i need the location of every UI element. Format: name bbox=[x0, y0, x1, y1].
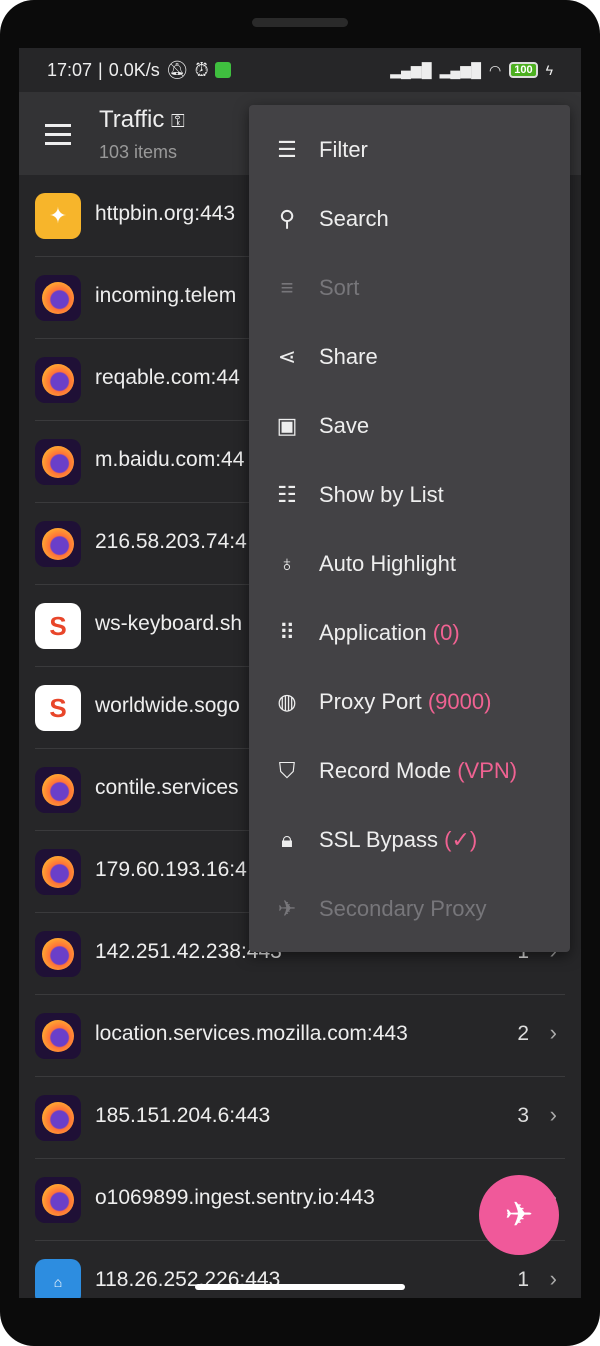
app-icon bbox=[35, 439, 81, 485]
menu-value: (✓) bbox=[444, 826, 478, 852]
overflow-menu: ☰ Filter ⚲ Search ≡ Sort ⋖ Share ▣ Save ☷ Show… bbox=[249, 105, 570, 952]
share-icon: ⋖ bbox=[277, 343, 297, 369]
clock: 17:07 bbox=[47, 59, 93, 80]
menu-item-secondary-proxy: ✈ Secondary Proxy bbox=[249, 874, 570, 943]
request-count: 2 bbox=[517, 1022, 529, 1045]
menu-item-record-mode[interactable]: ⛉ Record Mode (VPN) bbox=[249, 736, 570, 805]
menu-label: Search bbox=[319, 205, 389, 231]
mute-icon: 🔕︎ bbox=[165, 59, 189, 80]
app-icon: S bbox=[35, 603, 81, 649]
menu-item-auto-highlight[interactable]: ♁ Auto Highlight bbox=[249, 529, 570, 598]
host: incoming.telem bbox=[95, 284, 237, 307]
chevron-right-icon: › bbox=[549, 1020, 557, 1045]
battery-icon: 100 bbox=[509, 62, 538, 78]
app-icon bbox=[35, 931, 81, 977]
menu-label: SSL Bypass bbox=[319, 826, 439, 852]
wifi-icon: ◠ bbox=[489, 61, 502, 78]
host: worldwide.sogo bbox=[95, 694, 240, 717]
signal-icon: ▂▄▆█ bbox=[390, 61, 432, 78]
app-icon bbox=[35, 275, 81, 321]
record-mode-icon: ⛉ bbox=[278, 757, 296, 783]
host: 216.58.203.74:4 bbox=[95, 530, 247, 553]
signal-hd-icon: ▂▄▆█ bbox=[439, 61, 481, 78]
auto-highlight-icon: ♁ bbox=[278, 550, 296, 576]
menu-item-filter[interactable]: ☰ Filter bbox=[249, 115, 570, 184]
menu-item-application[interactable]: ⠿ Application (0) bbox=[249, 598, 570, 667]
host: m.baidu.com:44 bbox=[95, 448, 245, 471]
page-title: Traffic bbox=[99, 106, 165, 133]
menu-label: Auto Highlight bbox=[319, 550, 456, 576]
chevron-right-icon: › bbox=[549, 1266, 557, 1291]
menu-label: Filter bbox=[319, 136, 368, 162]
application-icon: ⠿ bbox=[278, 619, 296, 645]
secondary-proxy-icon: ✈ bbox=[277, 895, 297, 921]
menu-item-sort: ≡ Sort bbox=[249, 253, 570, 322]
menu-label: Proxy Port bbox=[319, 688, 422, 714]
menu-value: (VPN) bbox=[457, 757, 518, 783]
request-count: 3 bbox=[517, 1104, 529, 1127]
host: location.services.mozilla.com:443 bbox=[95, 1022, 408, 1045]
menu-label: Save bbox=[319, 412, 370, 438]
app-icon bbox=[35, 849, 81, 895]
host: 179.60.193.16:4 bbox=[95, 858, 247, 881]
proxy-port-icon: ◍ bbox=[277, 688, 297, 714]
menu-item-share[interactable]: ⋖ Share bbox=[249, 322, 570, 391]
app-icon bbox=[35, 1013, 81, 1059]
host: 185.151.204.6:443 bbox=[95, 1104, 271, 1127]
menu-label: Share bbox=[319, 343, 378, 369]
host: ws-keyboard.sh bbox=[95, 612, 243, 635]
sort-icon: ≡ bbox=[280, 274, 294, 300]
menu-item-save[interactable]: ▣ Save bbox=[249, 391, 570, 460]
app-icon bbox=[35, 767, 81, 813]
send-off-icon: ✈ bbox=[504, 1196, 534, 1234]
phone-frame: 17:07 | 0.0K/s 🔕︎ ⏰︎ ▂▄▆█ ▂▄▆█ ◠ 100 ϟ Traffic ⚿… bbox=[0, 0, 600, 1346]
request-count: 1 bbox=[517, 1268, 529, 1291]
app-icon bbox=[35, 357, 81, 403]
menu-label: Show by List bbox=[319, 481, 444, 507]
key-icon: ⚿ bbox=[171, 111, 185, 131]
menu-label: Application bbox=[319, 619, 427, 645]
app-icon bbox=[35, 1177, 81, 1223]
host: reqable.com:44 bbox=[95, 366, 240, 389]
app-notification-icon bbox=[214, 62, 231, 78]
app-icon: ✦ bbox=[35, 193, 81, 239]
status-bar: 17:07 | 0.0K/s 🔕︎ ⏰︎ ▂▄▆█ ▂▄▆█ ◠ 100 ϟ bbox=[19, 48, 581, 92]
host: contile.services bbox=[95, 776, 239, 799]
item-count: 103 items bbox=[99, 142, 178, 162]
host: o1069899.ingest.sentry.io:443 bbox=[95, 1186, 375, 1209]
menu-label: Sort bbox=[319, 274, 360, 300]
home-indicator[interactable] bbox=[195, 1284, 405, 1290]
app-icon: S bbox=[35, 685, 81, 731]
menu-icon[interactable] bbox=[45, 124, 71, 151]
net-speed: 0.0K/s bbox=[108, 59, 160, 80]
search-icon: ⚲ bbox=[278, 205, 296, 231]
app-icon: ⌂ bbox=[35, 1259, 81, 1298]
menu-item-search[interactable]: ⚲ Search bbox=[249, 184, 570, 253]
menu-value: (0) bbox=[432, 619, 460, 645]
menu-label: Record Mode bbox=[319, 757, 452, 783]
speaker bbox=[252, 18, 348, 27]
menu-label: Secondary Proxy bbox=[319, 895, 487, 921]
app-icon bbox=[35, 521, 81, 567]
app-icon bbox=[35, 1095, 81, 1141]
menu-value: (9000) bbox=[427, 688, 492, 714]
save-icon: ▣ bbox=[276, 412, 298, 438]
screen: 17:07 | 0.0K/s 🔕︎ ⏰︎ ▂▄▆█ ▂▄▆█ ◠ 100 ϟ Traffic ⚿… bbox=[19, 48, 581, 1298]
menu-item-ssl-bypass[interactable]: 🔒︎ SSL Bypass (✓) bbox=[249, 805, 570, 874]
chevron-right-icon: › bbox=[549, 1102, 557, 1127]
stop-capture-button[interactable]: ✈ bbox=[479, 1175, 559, 1255]
host: httpbin.org:443 bbox=[95, 202, 236, 225]
alarm-icon: ⏰︎ bbox=[194, 59, 209, 80]
charging-icon: ϟ bbox=[545, 62, 553, 78]
list-item[interactable]: location.services.mozilla.com:443 2 › bbox=[35, 995, 565, 1077]
show-by-list-icon: ☷ bbox=[277, 481, 297, 507]
filter-icon: ☰ bbox=[277, 136, 297, 162]
menu-item-proxy-port[interactable]: ◍ Proxy Port (9000) bbox=[249, 667, 570, 736]
list-item[interactable]: 185.151.204.6:443 3 › bbox=[35, 1077, 565, 1159]
menu-item-show-by-list[interactable]: ☷ Show by List bbox=[249, 460, 570, 529]
ssl-bypass-icon: 🔒︎ bbox=[281, 826, 293, 852]
